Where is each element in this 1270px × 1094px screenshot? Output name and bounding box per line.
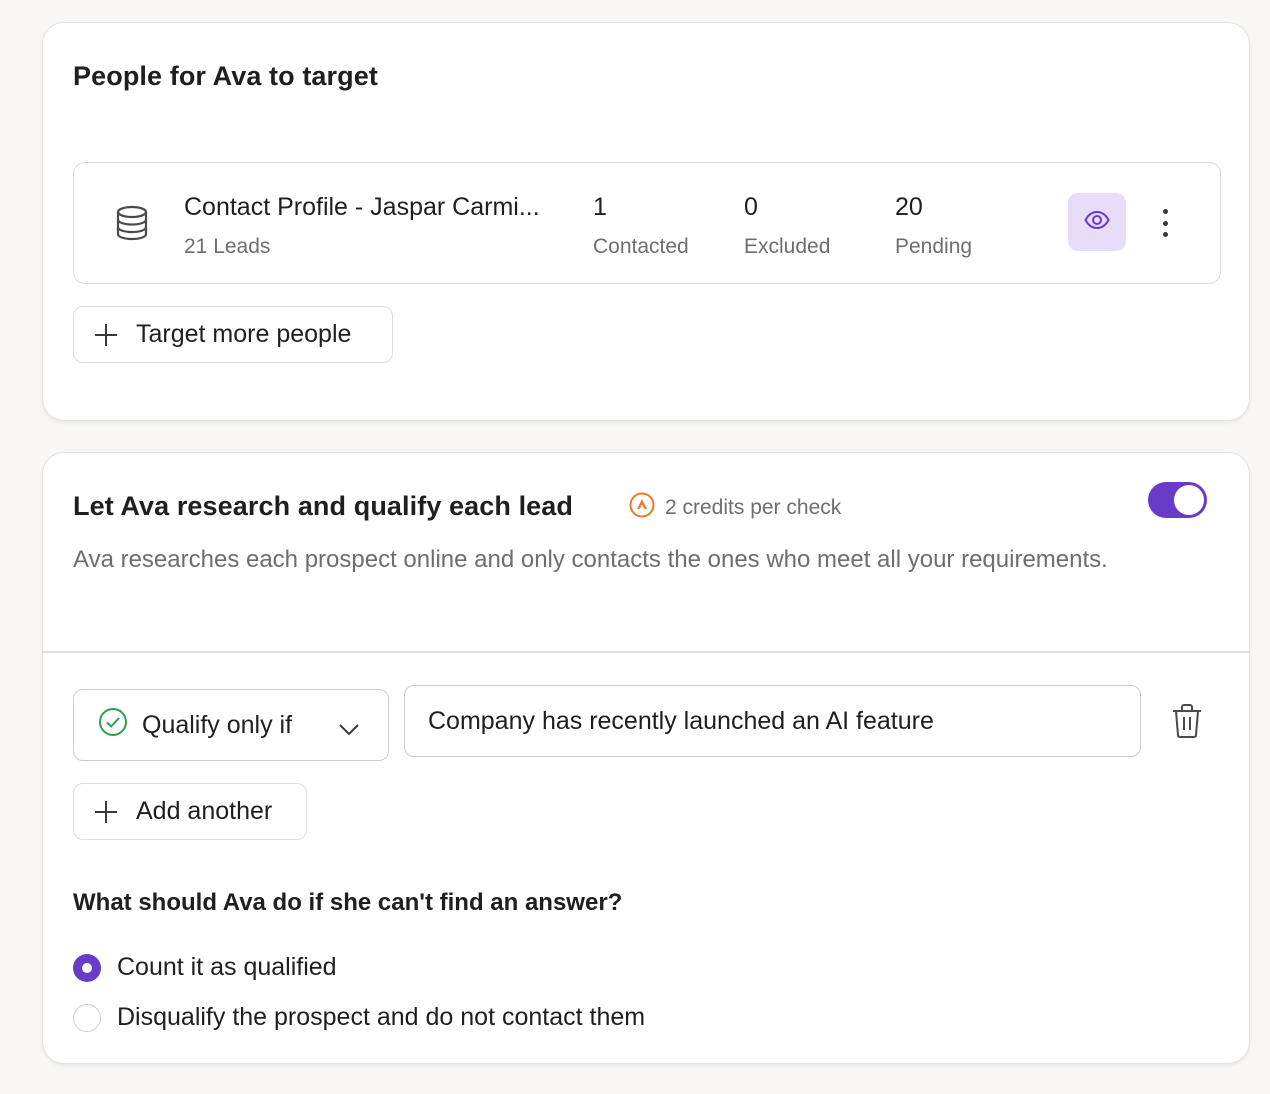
credits-badge: 2 credits per check [629, 492, 841, 524]
radio-selected[interactable] [73, 953, 101, 982]
target-more-people-label: Target more people [136, 320, 352, 348]
stat-excluded-value: 0 [744, 193, 758, 221]
condition-type-select[interactable]: Qualify only if [73, 689, 389, 761]
qualify-card-title: Let Ava research and qualify each lead [73, 491, 574, 521]
divider [43, 651, 1249, 653]
plus-icon [94, 323, 118, 347]
qualify-description: Ava researches each prospect online and … [73, 546, 1108, 573]
more-vertical-icon[interactable] [1152, 203, 1178, 243]
option-disqualify[interactable]: Disqualify the prospect and do not conta… [73, 1003, 645, 1032]
stat-contacted-label: Contacted [593, 235, 689, 258]
add-another-button[interactable]: Add another [73, 783, 307, 840]
database-icon [112, 203, 152, 243]
lead-list-row[interactable]: Contact Profile - Jaspar Carmi... 21 Lea… [73, 162, 1221, 284]
check-circle-icon [98, 707, 128, 744]
condition-type-label: Qualify only if [142, 710, 293, 739]
trash-icon[interactable] [1171, 703, 1205, 739]
eye-icon [1083, 206, 1111, 239]
target-card-title: People for Ava to target [73, 61, 378, 91]
option-label: Count it as qualified [117, 953, 337, 981]
stat-excluded-label: Excluded [744, 235, 831, 258]
credits-label: 2 credits per check [665, 496, 842, 519]
option-label: Disqualify the prospect and do not conta… [117, 1003, 646, 1031]
qualify-toggle[interactable] [1148, 482, 1207, 518]
list-lead-count: 21 Leads [184, 235, 271, 258]
condition-input[interactable] [404, 685, 1141, 757]
stat-contacted-value: 1 [593, 193, 607, 221]
chevron-down-icon [338, 715, 360, 744]
option-count-qualified[interactable]: Count it as qualified [73, 953, 337, 982]
target-more-people-button[interactable]: Target more people [73, 306, 393, 363]
plus-icon [94, 800, 118, 824]
radio-unselected[interactable] [73, 1003, 101, 1032]
credits-coin-icon [629, 492, 665, 524]
qualify-lead-card: Let Ava research and qualify each lead 2… [42, 452, 1250, 1064]
add-another-label: Add another [136, 797, 273, 825]
target-people-card: People for Ava to target Contact Profile… [42, 22, 1250, 421]
stat-pending-label: Pending [895, 235, 973, 258]
list-name: Contact Profile - Jaspar Carmi... [184, 193, 540, 221]
stat-pending-value: 20 [895, 193, 923, 221]
fallback-question: What should Ava do if she can't find an … [73, 889, 623, 916]
view-list-button[interactable] [1068, 193, 1126, 251]
